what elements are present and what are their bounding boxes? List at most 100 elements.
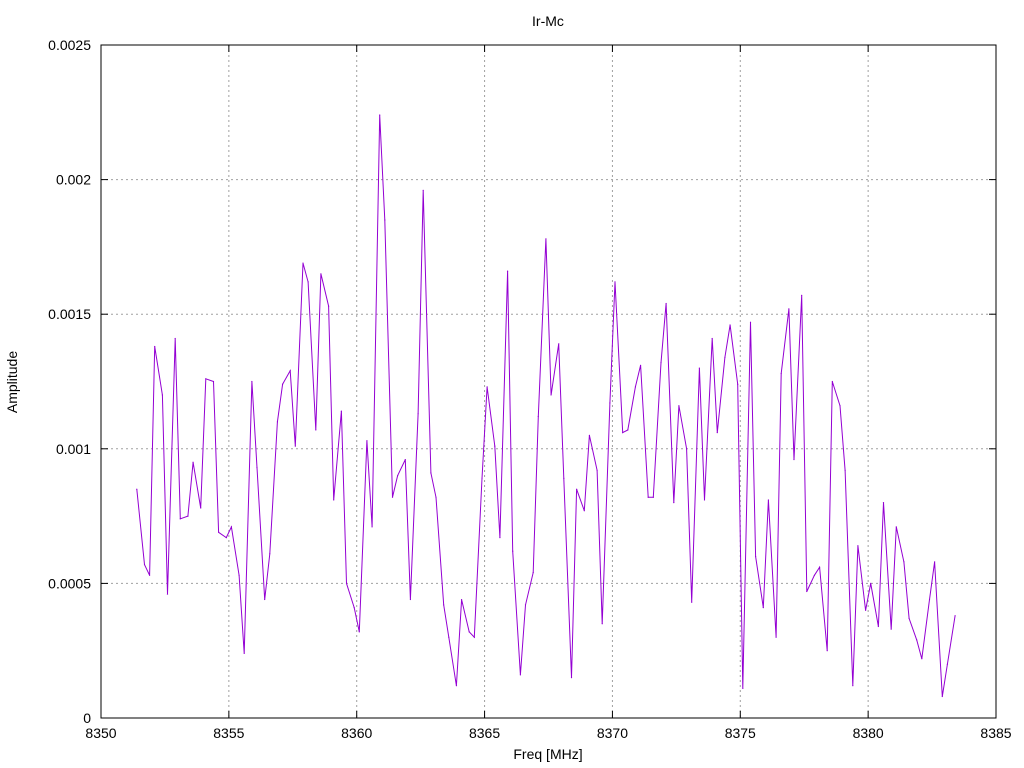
data-point: [903, 561, 905, 563]
data-point: [698, 367, 700, 369]
data-point: [954, 615, 956, 617]
data-point: [749, 321, 752, 323]
data-point: [148, 574, 151, 576]
x-tick-label: 8380: [853, 725, 884, 741]
data-point: [391, 496, 394, 498]
data-point: [404, 458, 406, 461]
data-point: [737, 383, 739, 385]
data-point: [327, 305, 330, 307]
data-point: [276, 421, 279, 423]
data-point: [596, 469, 598, 471]
data-point: [908, 617, 910, 619]
grid: [101, 45, 996, 718]
data-point: [448, 636, 450, 638]
data-point: [205, 378, 207, 380]
data-point: [320, 273, 322, 275]
data-point: [775, 636, 777, 638]
series-line: [136, 114, 956, 697]
data-point: [294, 445, 296, 447]
data-point: [371, 526, 373, 528]
data-point: [212, 380, 215, 383]
data-point: [307, 281, 309, 283]
data-point: [724, 356, 726, 358]
data-point: [685, 448, 688, 450]
data-point: [678, 405, 680, 407]
data-point: [519, 674, 521, 676]
data-point: [665, 302, 667, 305]
data-point: [711, 337, 713, 340]
y-tick-label: 0: [83, 710, 91, 726]
data-point: [780, 372, 782, 375]
x-tick-label: 8355: [213, 725, 244, 741]
x-tick-label: 8360: [341, 725, 372, 741]
data-point: [609, 402, 611, 404]
data-point: [225, 537, 227, 539]
data-point: [882, 502, 885, 504]
data-point: [762, 607, 764, 609]
data-point: [916, 639, 918, 641]
data-point: [409, 598, 412, 601]
data-point: [473, 636, 475, 638]
data-point: [486, 386, 488, 388]
data-point: [570, 677, 573, 679]
data-point: [934, 561, 936, 563]
data-point: [435, 496, 437, 498]
data-point: [192, 461, 194, 463]
data-point: [818, 566, 821, 568]
data-point: [379, 114, 381, 116]
y-tick-label: 0.0025: [48, 37, 91, 53]
series-group: [136, 114, 956, 698]
data-point: [839, 405, 841, 407]
data-point: [755, 555, 757, 558]
data-point: [537, 415, 539, 418]
data-point: [315, 429, 317, 431]
data-point: [563, 477, 565, 480]
data-point: [397, 475, 399, 477]
data-point: [928, 598, 931, 601]
data-point: [281, 383, 284, 385]
x-tick-label: 8350: [85, 725, 116, 741]
y-tick-label: 0.002: [56, 172, 91, 188]
data-point: [161, 394, 163, 396]
data-point: [703, 499, 706, 501]
data-point: [691, 601, 693, 603]
data-point: [864, 609, 867, 611]
data-point: [826, 650, 828, 652]
data-point: [729, 324, 731, 326]
data-point: [793, 458, 795, 461]
data-point: [647, 496, 649, 498]
data-point: [200, 507, 202, 509]
data-point: [333, 499, 335, 501]
data-point: [788, 308, 790, 310]
data-point: [895, 526, 897, 528]
data-point: [506, 270, 509, 272]
data-point: [353, 607, 355, 609]
data-point: [524, 604, 527, 606]
data-point: [494, 445, 496, 447]
data-point: [243, 652, 245, 654]
data-point: [716, 432, 718, 434]
data-point: [256, 467, 258, 469]
data-point: [166, 593, 169, 595]
x-tick-label: 8385: [980, 725, 1011, 741]
data-point: [583, 510, 585, 512]
data-point: [622, 432, 624, 434]
data-point: [366, 440, 368, 442]
data-point: [550, 394, 552, 396]
data-point: [269, 553, 271, 555]
data-point: [289, 370, 291, 372]
data-point: [806, 590, 808, 593]
data-point: [340, 410, 342, 412]
y-tick-label: 0.0005: [48, 575, 91, 591]
x-axis-label: Freq [MHz]: [513, 746, 582, 762]
data-point: [813, 574, 816, 576]
data-point: [627, 429, 629, 431]
data-point: [460, 598, 463, 601]
x-tick-label: 8370: [597, 725, 628, 741]
data-point: [877, 625, 879, 628]
data-point: [601, 623, 603, 625]
data-point: [532, 572, 534, 574]
data-point: [417, 413, 419, 415]
data-point: [588, 434, 591, 436]
plot-frame: [100, 44, 997, 719]
